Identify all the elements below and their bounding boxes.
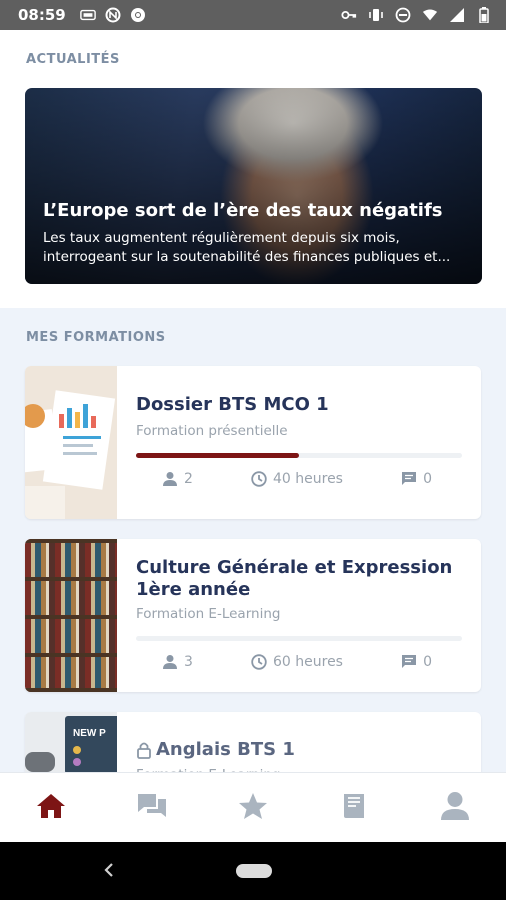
nav-profile[interactable]: [425, 778, 485, 838]
news-headline: L’Europe sort de l’ère des taux négatifs: [43, 200, 443, 221]
participants-count: 2: [184, 471, 193, 487]
svg-text:NEW P: NEW P: [73, 728, 106, 739]
course-hours: 60 heures: [273, 654, 343, 670]
course-title: Anglais BTS 1: [156, 739, 295, 760]
signal-icon: [449, 7, 465, 23]
formations-section-title: MES FORMATIONS: [26, 330, 166, 345]
course-thumbnail: [25, 366, 117, 519]
system-navigation-bar: [0, 842, 506, 900]
key-icon: [341, 7, 357, 23]
comment-icon: [401, 654, 417, 670]
status-bar: 08:59: [0, 0, 506, 30]
nav-favorites[interactable]: [223, 778, 283, 838]
comment-icon: [401, 471, 417, 487]
notification-icon: [105, 7, 121, 23]
chat-icon: [136, 792, 168, 824]
course-type: Formation E-Learning: [136, 606, 281, 622]
course-title: Dossier BTS MCO 1: [136, 394, 329, 415]
course-stats: 3 60 heures 0: [136, 654, 462, 670]
person-icon: [162, 471, 178, 487]
status-time: 08:59: [18, 6, 66, 24]
news-card[interactable]: L’Europe sort de l’ère des taux négatifs…: [25, 88, 482, 284]
news-section-title: ACTUALITÉS: [26, 52, 120, 67]
comments-count: 0: [423, 471, 432, 487]
course-card[interactable]: Culture Générale et Expression 1ère anné…: [25, 539, 481, 692]
nav-home[interactable]: [21, 778, 81, 838]
course-type: Formation présentielle: [136, 423, 288, 439]
course-title: Culture Générale et Expression 1ère anné…: [136, 557, 453, 600]
course-progress-bar: [136, 636, 462, 641]
profile-icon: [440, 791, 470, 825]
news-section: ACTUALITÉS L’Europe sort de l’ère des ta…: [0, 30, 506, 308]
nav-messages[interactable]: [122, 778, 182, 838]
course-thumbnail: [25, 539, 117, 692]
news-summary: Les taux augmentent régulièrement depuis…: [43, 230, 451, 265]
lock-icon: [136, 741, 152, 763]
wifi-icon: [422, 7, 438, 23]
dnd-icon: [395, 7, 411, 23]
comments-count: 0: [423, 654, 432, 670]
nav-library[interactable]: [324, 778, 384, 838]
chrome-icon: [130, 7, 146, 23]
course-stats: 2 40 heures 0: [136, 471, 462, 487]
course-hours: 40 heures: [273, 471, 343, 487]
participants-count: 3: [184, 654, 193, 670]
course-progress-fill: [136, 453, 299, 458]
course-card[interactable]: Dossier BTS MCO 1 Formation présentielle…: [25, 366, 481, 519]
battery-icon: [476, 7, 492, 23]
clock-icon: [251, 654, 267, 670]
bottom-navigation: [0, 772, 506, 842]
person-icon: [162, 654, 178, 670]
course-progress-bar: [136, 453, 462, 458]
star-icon: [238, 792, 268, 824]
vibrate-icon: [368, 7, 384, 23]
home-pill[interactable]: [236, 864, 272, 878]
book-icon: [341, 792, 367, 824]
clock-icon: [251, 471, 267, 487]
back-icon[interactable]: [103, 862, 115, 882]
home-icon: [36, 793, 66, 823]
sim-icon: [79, 7, 96, 23]
